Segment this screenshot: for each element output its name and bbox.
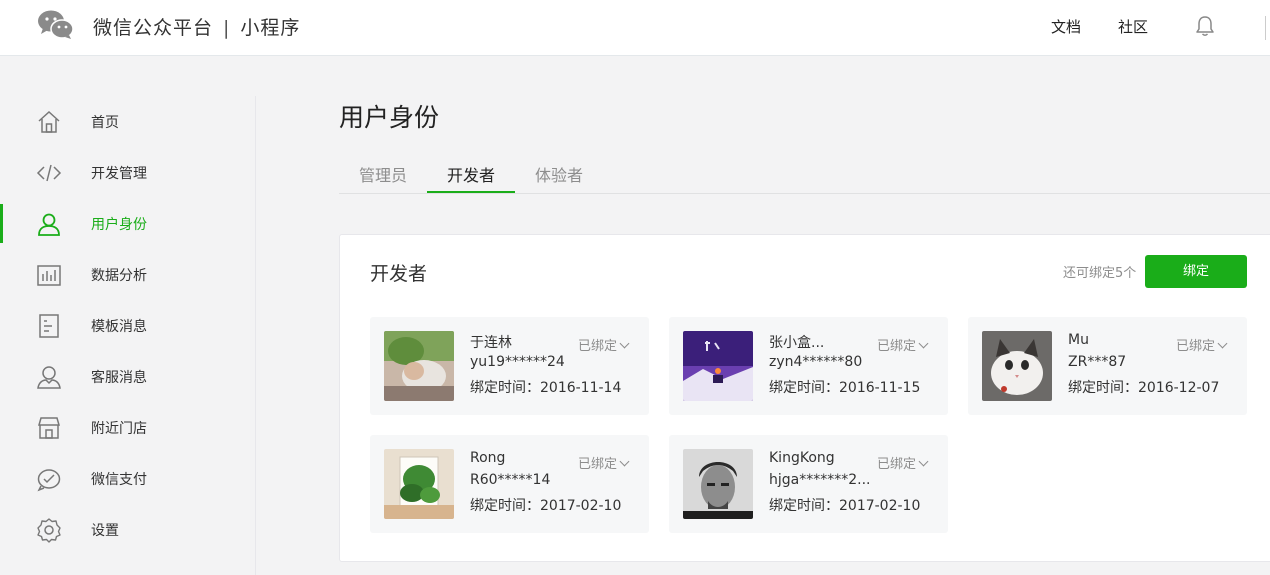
bind-status-label: 已绑定 <box>877 457 917 472</box>
bind-status-dropdown[interactable]: 已绑定 <box>877 453 929 472</box>
developer-name: 张小盒... <box>769 335 825 351</box>
sidebar-item-label: 模板消息 <box>91 319 147 335</box>
product-name: 小程序 <box>240 17 301 39</box>
avatar <box>683 331 753 401</box>
bind-time: 绑定时间：2016-11-15 <box>769 380 921 396</box>
account-avatar-edge[interactable] <box>1265 16 1268 40</box>
sidebar-item-wechat-pay[interactable]: 微信支付 <box>0 453 255 504</box>
sidebar-item-label: 开发管理 <box>91 166 147 182</box>
developer-item: 张小盒... zyn4******80 绑定时间：2016-11-15 已绑定 <box>669 317 948 415</box>
developer-name: Rong <box>470 450 506 466</box>
developer-name: Mu <box>1068 332 1089 348</box>
code-icon <box>36 164 62 182</box>
user-icon <box>38 213 60 236</box>
store-icon <box>38 417 60 439</box>
wechat-logo-icon[interactable] <box>38 10 74 40</box>
chevron-down-icon <box>918 456 929 467</box>
chevron-down-icon <box>619 456 630 467</box>
chevron-down-icon <box>1217 338 1228 349</box>
template-icon <box>39 314 59 338</box>
avatar <box>683 449 753 519</box>
sidebar-item-settings[interactable]: 设置 <box>0 504 255 555</box>
sidebar-item-template-message[interactable]: 模板消息 <box>0 300 255 351</box>
bind-status-label: 已绑定 <box>1176 339 1216 354</box>
payment-icon <box>37 469 61 492</box>
bind-button[interactable]: 绑定 <box>1145 255 1247 288</box>
chevron-down-icon <box>918 338 929 349</box>
sidebar: 首页 开发管理 用户身份 数据分析 模板消息 客服消息 附近门店 微信支付 设置 <box>0 96 256 575</box>
bind-status-label: 已绑定 <box>578 339 618 354</box>
brand-separator: | <box>223 17 231 39</box>
tab-developer[interactable]: 开发者 <box>447 162 495 186</box>
page-title: 用户身份 <box>339 103 440 132</box>
docs-link[interactable]: 文档 <box>1051 16 1081 37</box>
bind-status-label: 已绑定 <box>578 457 618 472</box>
developer-wechat-id: ZR***87 <box>1068 354 1127 370</box>
developer-name: KingKong <box>769 450 835 466</box>
bind-time: 绑定时间：2016-11-14 <box>470 380 622 396</box>
bind-status-dropdown[interactable]: 已绑定 <box>578 453 630 472</box>
settings-icon <box>37 518 61 543</box>
card-title: 开发者 <box>370 263 428 285</box>
brand-title[interactable]: 微信公众平台 | 小程序 <box>93 13 300 40</box>
developer-wechat-id: hjga*******2... <box>769 472 871 488</box>
sidebar-item-label: 微信支付 <box>91 472 147 488</box>
sidebar-item-user-identity[interactable]: 用户身份 <box>0 198 255 249</box>
sidebar-item-label: 首页 <box>91 115 119 131</box>
bind-status-label: 已绑定 <box>877 339 917 354</box>
developer-name: 于连林 <box>470 335 512 351</box>
tab-active-indicator <box>427 191 515 193</box>
plant-photo-avatar <box>384 449 454 519</box>
chevron-down-icon <box>619 338 630 349</box>
developer-wechat-id: yu19******24 <box>470 354 565 370</box>
developer-item: Rong R60*****14 绑定时间：2017-02-10 已绑定 <box>370 435 649 533</box>
sidebar-item-label: 数据分析 <box>91 268 147 284</box>
bind-status-dropdown[interactable]: 已绑定 <box>578 335 630 354</box>
developer-item: KingKong hjga*******2... 绑定时间：2017-02-10… <box>669 435 948 533</box>
sidebar-item-label: 附近门店 <box>91 421 147 437</box>
cat-photo-avatar <box>982 331 1052 401</box>
avatar <box>384 331 454 401</box>
bind-status-dropdown[interactable]: 已绑定 <box>1176 335 1228 354</box>
developer-wechat-id: zyn4******80 <box>769 354 863 370</box>
portrait-photo-avatar <box>683 449 753 519</box>
sidebar-item-dev-management[interactable]: 开发管理 <box>0 147 255 198</box>
sidebar-item-data-analysis[interactable]: 数据分析 <box>0 249 255 300</box>
bind-status-dropdown[interactable]: 已绑定 <box>877 335 929 354</box>
bind-time: 绑定时间：2017-02-10 <box>769 498 921 514</box>
bind-time: 绑定时间：2017-02-10 <box>470 498 622 514</box>
sidebar-item-label: 设置 <box>91 523 119 539</box>
sidebar-item-label: 客服消息 <box>91 370 147 386</box>
avatar <box>982 331 1052 401</box>
tab-bar: 管理员 开发者 体验者 <box>339 152 1270 194</box>
bind-time: 绑定时间：2016-12-07 <box>1068 380 1220 396</box>
brand-name: 微信公众平台 <box>93 17 214 39</box>
night-village-avatar <box>683 331 753 401</box>
customer-service-icon <box>37 366 61 389</box>
tab-admin[interactable]: 管理员 <box>359 162 407 186</box>
community-link[interactable]: 社区 <box>1118 16 1148 37</box>
sidebar-item-customer-service[interactable]: 客服消息 <box>0 351 255 402</box>
remaining-bind-count: 还可绑定5个 <box>1063 266 1137 281</box>
developer-card: 开发者 还可绑定5个 绑定 于连林 yu19******24 绑定时间：2016… <box>339 234 1270 562</box>
avatar <box>384 449 454 519</box>
sidebar-item-label: 用户身份 <box>91 217 147 233</box>
baby-photo-avatar <box>384 331 454 401</box>
bell-icon[interactable] <box>1195 15 1215 37</box>
tab-tester[interactable]: 体验者 <box>535 162 583 186</box>
developer-item: 于连林 yu19******24 绑定时间：2016-11-14 已绑定 <box>370 317 649 415</box>
developer-item: Mu ZR***87 绑定时间：2016-12-07 已绑定 <box>968 317 1247 415</box>
home-icon <box>38 110 60 133</box>
sidebar-item-home[interactable]: 首页 <box>0 96 255 147</box>
bar-chart-icon <box>37 265 61 286</box>
developer-wechat-id: R60*****14 <box>470 472 551 488</box>
top-bar: 微信公众平台 | 小程序 文档 社区 <box>0 0 1270 56</box>
sidebar-item-nearby-store[interactable]: 附近门店 <box>0 402 255 453</box>
